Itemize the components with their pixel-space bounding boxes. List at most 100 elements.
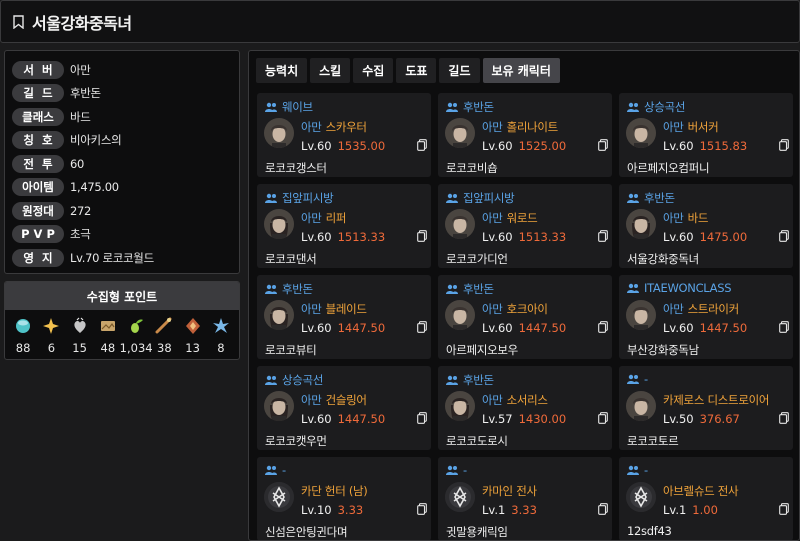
character-card[interactable]: ITAEWONCLASS 아만 스트라이커 Lv.60 1447.50 부산강화중독남 [619, 275, 793, 359]
character-card[interactable]: 후반돈 아만 홀리나이트 Lv.60 1525.00 로코코비숍 [438, 93, 612, 177]
collection-point-item[interactable]: 48 [94, 317, 121, 355]
character-card[interactable]: - 카단 헌터 (남) Lv.10 3.33 신섬은안팅귄다며 [257, 457, 431, 540]
info-row: P V P 초극 [12, 223, 239, 247]
copy-icon[interactable] [598, 321, 608, 333]
tab-0[interactable]: 능력치 [256, 58, 308, 83]
info-label: 원정대 [12, 201, 64, 220]
character-server: 아만 [301, 120, 322, 134]
character-guild-name: - [282, 463, 286, 477]
collection-point-item[interactable]: 38 [151, 317, 178, 355]
info-value: 초극 [70, 227, 91, 242]
character-guild: 후반돈 [265, 281, 313, 297]
character-level-row: Lv.60 1525.00 [482, 139, 566, 153]
character-server-class: 아만 건슬링어 [301, 392, 367, 408]
character-server-class: 아브렐슈드 전사 [663, 483, 739, 499]
tab-1[interactable]: 스킬 [310, 58, 351, 83]
character-level-row: Lv.50 376.67 [663, 412, 740, 426]
info-label: 영 지 [12, 248, 64, 267]
copy-icon[interactable] [417, 139, 427, 151]
collection-point-item[interactable]: 13 [179, 317, 206, 355]
character-card[interactable]: 후반돈 아만 소서리스 Lv.57 1430.00 로코코도로시 [438, 366, 612, 450]
copy-icon[interactable] [779, 412, 789, 424]
collection-points-list: 88 6 15 48 1,034 38 13 8 [5, 310, 239, 355]
character-card[interactable]: 상승곡선 아만 건슬링어 Lv.60 1447.50 로코코캣우먼 [257, 366, 431, 450]
info-label: 서 버 [12, 60, 64, 79]
tab-5[interactable]: 보유 캐릭터 [482, 58, 560, 83]
copy-icon[interactable] [779, 230, 789, 242]
copy-icon[interactable] [417, 321, 427, 333]
collection-point-item[interactable]: 88 [10, 317, 37, 355]
copy-icon[interactable] [417, 230, 427, 242]
character-item-level: 376.67 [699, 412, 740, 426]
character-card[interactable]: - 카마인 전사 Lv.1 3.33 귓말용캐릭임 [438, 457, 612, 540]
character-guild-name: ITAEWONCLASS [644, 281, 732, 295]
character-card[interactable]: 후반돈 아만 바드 Lv.60 1475.00 서울강화중독녀 [619, 184, 793, 268]
character-level: Lv.60 [663, 139, 694, 153]
people-icon [446, 465, 458, 475]
character-server: 아만 [482, 302, 503, 316]
portrait-female-icon [264, 209, 294, 239]
character-item-level: 1513.33 [518, 230, 567, 244]
character-card[interactable]: - 카제로스 디스트로이어 Lv.50 376.67 로코코토르 [619, 366, 793, 450]
collection-point-item[interactable]: 8 [207, 317, 234, 355]
character-server-class: 아만 리퍼 [301, 210, 346, 226]
island-heart-icon [16, 319, 31, 333]
character-portrait [626, 300, 656, 330]
copy-icon[interactable] [779, 139, 789, 151]
character-guild: 상승곡선 [627, 99, 685, 115]
character-card[interactable]: 집앞피시방 아만 워로드 Lv.60 1513.33 로코코가디언 [438, 184, 612, 268]
character-card[interactable]: - 아브렐슈드 전사 Lv.1 1.00 12sdf43 [619, 457, 793, 540]
bookmark-icon[interactable] [13, 14, 24, 29]
character-level-row: Lv.60 1447.50 [301, 321, 385, 335]
collection-point-item[interactable]: 6 [38, 317, 65, 355]
character-card[interactable]: 상승곡선 아만 버서커 Lv.60 1515.83 아르페지오컴퍼니 [619, 93, 793, 177]
character-guild: - [265, 463, 286, 477]
copy-icon[interactable] [598, 503, 608, 515]
people-icon [627, 283, 639, 293]
character-item-level: 1447.50 [337, 412, 386, 426]
character-card[interactable]: 웨이브 아만 스카우터 Lv.60 1535.00 로코코갱스터 [257, 93, 431, 177]
tab-4[interactable]: 길드 [439, 58, 480, 83]
copy-icon[interactable] [417, 503, 427, 515]
info-label: 칭 호 [12, 131, 64, 150]
character-guild: 상승곡선 [265, 372, 323, 388]
info-row: 전 투 60 [12, 152, 239, 176]
tab-3[interactable]: 도표 [396, 58, 437, 83]
tab-2[interactable]: 수집 [353, 58, 394, 83]
profile-info-panel: 서 버 아만 길 드 후반돈 클래스 바드 칭 호 비아키스의 전 투 60 아이템 1,475.00… [4, 50, 240, 274]
character-level-row: Lv.57 1430.00 [482, 412, 566, 426]
copy-icon[interactable] [779, 503, 789, 515]
character-name: 로코코댄서 [265, 252, 317, 266]
character-card[interactable]: 후반돈 아만 블레이드 Lv.60 1447.50 로코코뷰티 [257, 275, 431, 359]
character-portrait [445, 482, 475, 512]
character-card[interactable]: 후반돈 아만 호크아이 Lv.60 1447.50 아르페지오보우 [438, 275, 612, 359]
people-icon [627, 102, 639, 112]
info-value: 아만 [70, 62, 91, 77]
character-name: 부산강화중독남 [627, 343, 699, 357]
character-name: 12sdf43 [627, 524, 672, 538]
portrait-male-icon [626, 300, 656, 330]
character-portrait [626, 118, 656, 148]
character-guild: - [446, 463, 467, 477]
people-icon [265, 193, 277, 203]
character-card[interactable]: 집앞피시방 아만 리퍼 Lv.60 1513.33 로코코댄서 [257, 184, 431, 268]
portrait-female-icon [626, 209, 656, 239]
character-name: 아르페지오컴퍼니 [627, 161, 710, 175]
mokoko-seed-icon [131, 319, 144, 333]
collection-point-item[interactable]: 1,034 [120, 317, 153, 355]
character-class: 소서리스 [506, 393, 548, 407]
giant-heart-icon [73, 317, 86, 333]
copy-icon[interactable] [417, 412, 427, 424]
character-level-row: Lv.60 1515.83 [663, 139, 747, 153]
copy-icon[interactable] [779, 321, 789, 333]
copy-icon[interactable] [598, 139, 608, 151]
character-item-level: 1430.00 [518, 412, 567, 426]
copy-icon[interactable] [598, 412, 608, 424]
collection-point-count: 13 [185, 341, 200, 355]
people-icon [627, 465, 639, 475]
ignea-token-icon [185, 318, 200, 334]
character-class: 워로드 [506, 211, 538, 225]
collection-point-item[interactable]: 15 [66, 317, 93, 355]
character-server-class: 카단 헌터 (남) [301, 483, 368, 499]
copy-icon[interactable] [598, 230, 608, 242]
